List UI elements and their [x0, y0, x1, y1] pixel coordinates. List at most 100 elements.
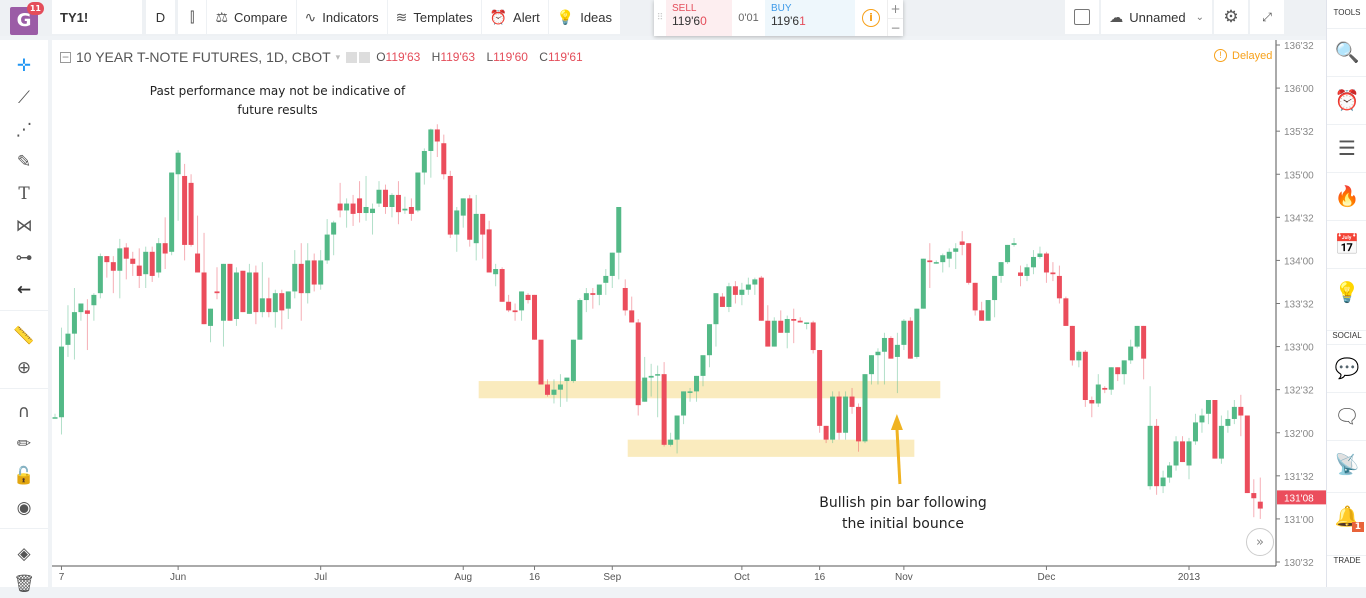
- candle: [622, 279, 628, 316]
- hotlists-button[interactable]: 🔥: [1327, 172, 1366, 218]
- candle-body: [486, 229, 492, 273]
- candle: [71, 287, 77, 360]
- data-window-button[interactable]: ☰: [1327, 124, 1366, 170]
- settings-icon[interactable]: [359, 51, 371, 63]
- candle: [959, 231, 965, 256]
- candle-body: [609, 252, 615, 276]
- candle: [84, 299, 90, 351]
- candle: [220, 263, 226, 347]
- candle: [1037, 246, 1043, 259]
- private-chats-button[interactable]: 🗨: [1327, 392, 1366, 438]
- candle: [681, 391, 687, 425]
- candle-body: [706, 324, 712, 356]
- ideas-stream-button[interactable]: 💡: [1327, 268, 1366, 314]
- candle: [415, 172, 421, 213]
- visibility-icon[interactable]: [346, 51, 358, 63]
- candle: [862, 374, 868, 444]
- candle: [706, 324, 712, 368]
- candle: [512, 303, 518, 321]
- candle-body: [940, 255, 946, 263]
- candle: [784, 315, 790, 349]
- calendar-button[interactable]: 📅: [1327, 220, 1366, 266]
- candle-body: [382, 189, 388, 207]
- candle: [940, 253, 946, 273]
- candle-body: [220, 263, 226, 321]
- x-tick-label: 16: [814, 572, 826, 583]
- candle-body: [843, 396, 849, 433]
- annotation-arrow-shaft: [895, 427, 902, 485]
- candle: [382, 184, 388, 214]
- candle-body: [804, 322, 810, 324]
- candle-body: [1134, 325, 1140, 347]
- candle-body: [583, 293, 589, 301]
- x-tick-label: 16: [529, 572, 541, 583]
- candle: [395, 181, 401, 225]
- candle-body: [1030, 256, 1036, 268]
- candle: [363, 175, 369, 221]
- candle: [499, 267, 505, 302]
- candle: [1082, 350, 1088, 407]
- candle-body: [447, 175, 453, 235]
- candle: [927, 243, 933, 288]
- candle-body: [538, 339, 544, 385]
- candle-body: [149, 251, 155, 276]
- y-tick-label: 136'00: [1284, 84, 1314, 95]
- candle-body: [143, 251, 149, 275]
- candle: [1251, 479, 1257, 518]
- chevron-down-icon[interactable]: ▾: [336, 52, 341, 63]
- candle-body: [907, 320, 913, 359]
- candle: [486, 220, 492, 273]
- candle: [402, 196, 408, 214]
- candle: [985, 300, 991, 321]
- candle: [1167, 462, 1173, 483]
- candle: [596, 284, 602, 306]
- candle-body: [1018, 272, 1024, 276]
- open-value: 119'63: [385, 50, 421, 64]
- candle-body: [596, 284, 602, 295]
- annotation-text[interactable]: Bullish pin bar following the initial bo…: [808, 493, 998, 535]
- candle: [447, 170, 453, 239]
- candle: [791, 308, 797, 344]
- candle: [208, 308, 214, 343]
- candle-body: [765, 320, 771, 347]
- scroll-to-realtime-button[interactable]: »: [1246, 528, 1274, 556]
- y-tick-label: 131'00: [1284, 515, 1314, 526]
- candle-body: [966, 243, 972, 283]
- candle-body: [791, 319, 797, 321]
- candle: [195, 215, 201, 273]
- chats-button[interactable]: 💬: [1327, 344, 1366, 390]
- trade-label: TRADE: [1327, 555, 1366, 565]
- candle: [901, 319, 907, 351]
- candle-body: [208, 308, 214, 326]
- candle-body: [557, 384, 563, 390]
- candle-body: [78, 303, 84, 313]
- candle-body: [726, 286, 732, 307]
- collapse-icon[interactable]: −: [60, 51, 71, 63]
- alerts-button[interactable]: ⏰: [1327, 76, 1366, 122]
- candle-body: [525, 294, 531, 301]
- candle: [603, 269, 609, 295]
- watchlist-search-icon: 🔍: [1334, 39, 1360, 64]
- candle-body: [1225, 418, 1231, 426]
- candle: [110, 256, 116, 294]
- x-tick-label: Jul: [314, 572, 327, 583]
- candle: [214, 267, 220, 300]
- y-tick-label: 134'00: [1284, 256, 1314, 267]
- watchlist-button[interactable]: 🔍: [1327, 28, 1366, 74]
- delayed-indicator[interactable]: ! Delayed: [1214, 49, 1272, 62]
- candle: [836, 391, 842, 440]
- candle: [590, 287, 596, 309]
- y-tick-label: 131'32: [1284, 472, 1314, 483]
- candle: [1238, 394, 1244, 437]
- candle-body: [1050, 272, 1056, 275]
- notifications-button[interactable]: 🔔 1: [1327, 492, 1366, 538]
- candle: [1231, 400, 1237, 425]
- streams-button[interactable]: 📡: [1327, 440, 1366, 486]
- candle-body: [65, 333, 71, 345]
- candle: [65, 305, 71, 357]
- candle-body: [1154, 425, 1160, 487]
- series-title[interactable]: 10 YEAR T-NOTE FUTURES, 1D, CBOT: [76, 49, 331, 65]
- candle-body: [1212, 400, 1218, 459]
- candle-body: [240, 270, 246, 313]
- candle: [97, 253, 103, 299]
